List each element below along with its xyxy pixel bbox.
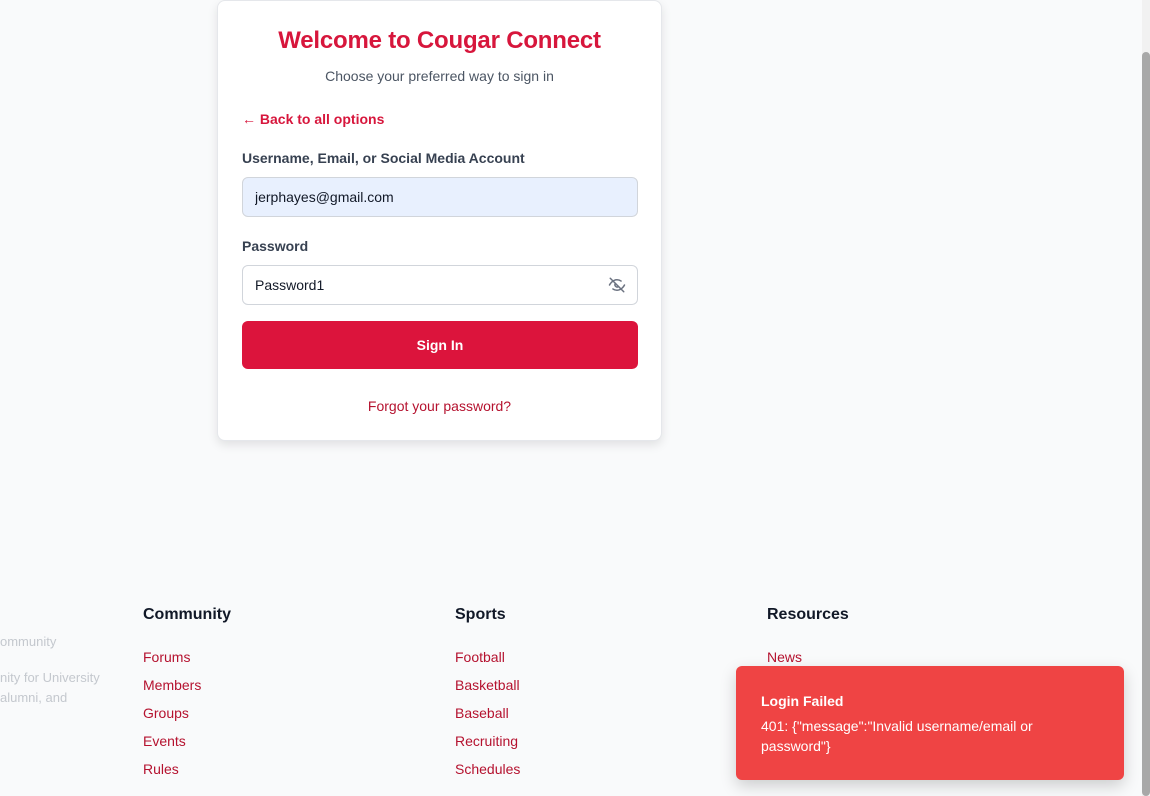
footer-column-resources: Resources News bbox=[767, 606, 849, 671]
footer-link-baseball[interactable]: Baseball bbox=[455, 699, 520, 727]
footer-link-schedules[interactable]: Schedules bbox=[455, 755, 520, 783]
scrollbar-thumb[interactable] bbox=[1142, 52, 1150, 796]
login-subtitle: Choose your preferred way to sign in bbox=[325, 68, 554, 84]
username-label: Username, Email, or Social Media Account bbox=[242, 150, 525, 166]
footer-heading: Sports bbox=[455, 606, 506, 623]
footer-link-events[interactable]: Events bbox=[143, 727, 231, 755]
footer-link-members[interactable]: Members bbox=[143, 671, 231, 699]
footer-link-basketball[interactable]: Basketball bbox=[455, 671, 520, 699]
footer-column-community: Community Forums Members Groups Events R… bbox=[143, 606, 231, 783]
password-input[interactable] bbox=[242, 265, 638, 305]
login-title: Welcome to Cougar Connect bbox=[278, 27, 601, 54]
footer-heading: Resources bbox=[767, 606, 849, 623]
sign-in-button[interactable]: Sign In bbox=[242, 321, 638, 369]
eye-off-icon[interactable] bbox=[608, 276, 626, 294]
password-label: Password bbox=[242, 238, 309, 254]
username-input[interactable] bbox=[242, 177, 638, 217]
footer-link-rules[interactable]: Rules bbox=[143, 755, 231, 783]
footer-about-text: alumni, and bbox=[0, 690, 68, 705]
footer-link-recruiting[interactable]: Recruiting bbox=[455, 727, 520, 755]
toast-message: 401: {"message":"Invalid username/email … bbox=[761, 718, 1033, 754]
footer-link-football[interactable]: Football bbox=[455, 643, 520, 671]
page: Welcome to Cougar Connect Choose your pr… bbox=[0, 0, 1150, 796]
toast-title: Login Failed bbox=[761, 693, 844, 709]
footer-link-groups[interactable]: Groups bbox=[143, 699, 231, 727]
footer-link-forums[interactable]: Forums bbox=[143, 643, 231, 671]
forgot-password-link[interactable]: Forgot your password? bbox=[218, 398, 661, 414]
footer-about-text: nity for University bbox=[0, 670, 100, 685]
footer-about-text: ommunity bbox=[0, 634, 57, 649]
footer-heading: Community bbox=[143, 606, 231, 623]
footer-column-sports: Sports Football Basketball Baseball Recr… bbox=[455, 606, 520, 783]
back-to-options-link[interactable]: ← Back to all options bbox=[242, 111, 384, 127]
login-card: Welcome to Cougar Connect Choose your pr… bbox=[217, 0, 662, 441]
login-failed-toast[interactable]: Login Failed 401: {"message":"Invalid us… bbox=[736, 666, 1124, 780]
